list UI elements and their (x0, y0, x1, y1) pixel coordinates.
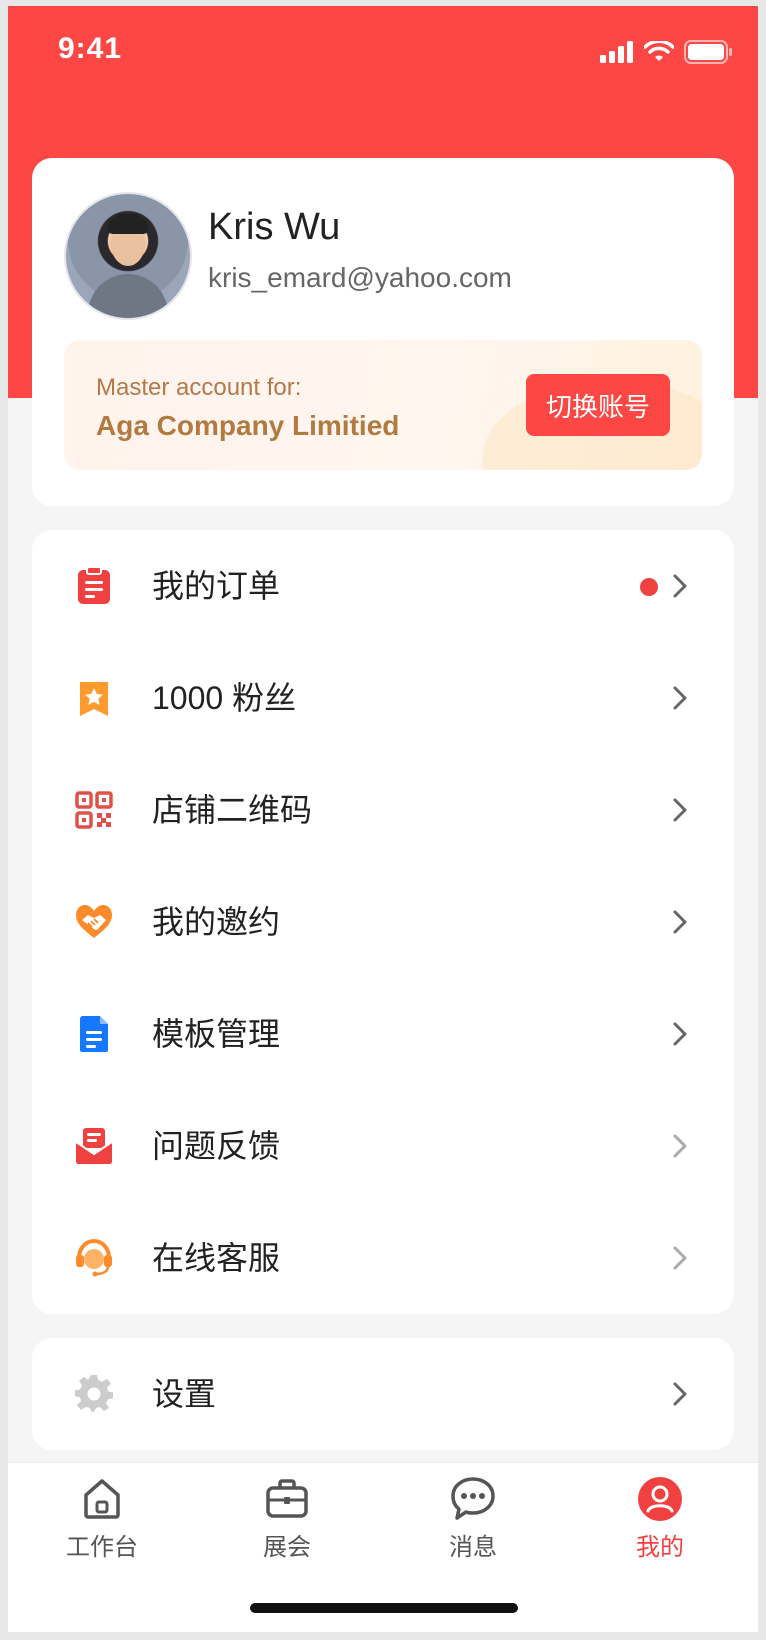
chevron-right-icon (673, 1246, 687, 1270)
company-name: Aga Company Limitied (96, 410, 400, 441)
home-indicator (250, 1603, 518, 1613)
status-icons (600, 40, 732, 64)
battery-icon (684, 40, 732, 64)
order-icon (78, 566, 110, 604)
menu-item-orders[interactable]: 我的订单 (32, 530, 734, 642)
menu-item-feedback[interactable]: 问题反馈 (32, 1090, 734, 1202)
menu-item-invitations[interactable]: 我的邀约 (32, 866, 734, 978)
customer-service-icon (76, 1238, 112, 1277)
switch-account-button[interactable]: 切换账号 (526, 374, 670, 436)
signal-icon (600, 41, 633, 63)
menu-item-fans[interactable]: 1000 粉丝 (32, 642, 734, 754)
tab-exhibition[interactable]: 展会 (227, 1475, 347, 1562)
master-account-label: Master account for: (96, 374, 302, 401)
status-bar: 9:41 (8, 6, 758, 96)
status-time: 9:41 (58, 32, 123, 65)
gear-icon (75, 1374, 113, 1412)
profile-card: Kris Wu kris_emard@yahoo.com Master acco… (32, 158, 734, 506)
tab-label: 消息 (449, 1534, 497, 1561)
phone-screen: 9:41 Kris Wu kris_emard@yahoo.com Master… (8, 6, 758, 1632)
menu-card: 我的订单 1000 粉丝 店铺二维码 我的邀约 模板管理 问题反馈 在线客服 (32, 530, 734, 1314)
tab-workbench[interactable]: 工作台 (42, 1475, 162, 1562)
wifi-icon (644, 41, 674, 61)
master-account-box: Master account for: Aga Company Limitied… (64, 340, 702, 470)
tab-messages[interactable]: 消息 (413, 1475, 533, 1562)
briefcase-icon (266, 1479, 308, 1518)
menu-item-qr-code[interactable]: 店铺二维码 (32, 754, 734, 866)
tab-bar: 工作台 展会 消息 我的 (8, 1462, 758, 1632)
menu-item-label: 店铺二维码 (152, 792, 313, 828)
feedback-mail-icon (75, 1128, 113, 1164)
chevron-right-icon (673, 910, 687, 934)
avatar[interactable] (64, 192, 192, 320)
template-doc-icon (80, 1016, 108, 1052)
menu-item-label: 问题反馈 (152, 1128, 281, 1164)
tab-label: 工作台 (66, 1534, 138, 1561)
tab-mine[interactable]: 我的 (600, 1475, 720, 1562)
chevron-right-icon (673, 1022, 687, 1046)
menu-item-customer-service[interactable]: 在线客服 (32, 1202, 734, 1314)
chevron-right-icon (673, 798, 687, 822)
handshake-icon (76, 905, 112, 938)
tab-label: 我的 (636, 1534, 684, 1561)
profile-name: Kris Wu (208, 206, 341, 248)
menu-item-label: 我的订单 (152, 568, 281, 604)
settings-label: 设置 (152, 1376, 217, 1412)
profile-email: kris_emard@yahoo.com (208, 262, 512, 293)
chevron-right-icon (673, 1382, 687, 1406)
tab-label: 展会 (263, 1534, 311, 1561)
menu-item-templates[interactable]: 模板管理 (32, 978, 734, 1090)
menu-item-label: 在线客服 (152, 1240, 281, 1276)
chevron-right-icon (673, 574, 687, 598)
menu-item-label: 1000 粉丝 (152, 680, 297, 716)
home-icon (84, 1479, 120, 1519)
menu-item-label: 模板管理 (152, 1016, 281, 1052)
chevron-right-icon (673, 686, 687, 710)
menu-item-label: 我的邀约 (152, 904, 281, 940)
chat-icon (451, 1477, 495, 1520)
user-icon (638, 1477, 682, 1521)
menu-item-settings[interactable]: 设置 (32, 1338, 734, 1450)
qr-code-icon (75, 791, 113, 829)
settings-card: 设置 (32, 1338, 734, 1450)
chevron-right-icon (673, 1134, 687, 1158)
notification-dot (640, 578, 658, 596)
fans-star-icon (80, 682, 108, 716)
